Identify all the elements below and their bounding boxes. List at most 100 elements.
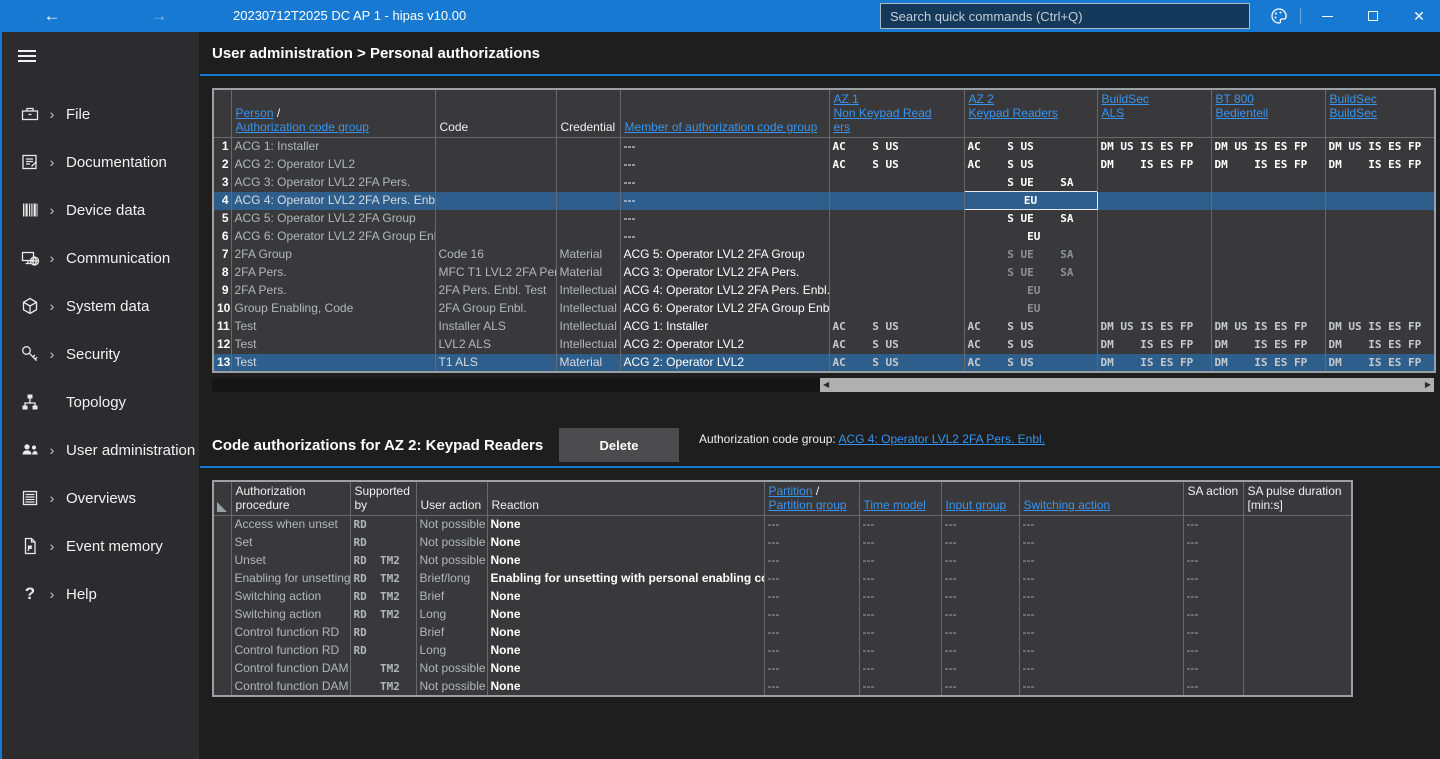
cell-authorization-procedure[interactable]: Control function DAM [231,660,350,678]
cell-partition[interactable]: --- [764,606,859,624]
cell-person[interactable]: Test [231,354,435,372]
cell-member-of[interactable]: --- [620,228,829,246]
cell-reaction[interactable]: None [487,678,764,696]
cell-code[interactable]: 2FA Group Enbl. [435,300,556,318]
cell-buildsec-buildsec[interactable] [1325,264,1435,282]
authorization-row[interactable]: 1ACG 1: Installer---AC S USAC S USDM US … [213,138,1435,156]
horizontal-scrollbar-track[interactable]: ◀ ▶ [212,378,1434,392]
cell-member-of[interactable]: ACG 4: Operator LVL2 2FA Pers. Enbl. [620,282,829,300]
cell-az2[interactable]: EU [964,282,1097,300]
cell-az2[interactable]: AC S US [964,138,1097,156]
cell-supported-by[interactable]: RD TM2 [350,570,416,588]
authorization-row[interactable]: 10Group Enabling, Code2FA Group Enbl.Int… [213,300,1435,318]
cell-person[interactable]: Test [231,318,435,336]
cell-sa-pulse-duration[interactable] [1243,660,1352,678]
cell-sa-action[interactable]: --- [1183,606,1243,624]
sidebar-item-device-data[interactable]: ›Device data [2,186,199,234]
cell-buildsec-als[interactable] [1097,246,1211,264]
cell-reaction[interactable]: None [487,642,764,660]
cell-buildsec-als[interactable] [1097,282,1211,300]
az1-header-link[interactable]: AZ 1 [834,92,859,106]
cell-az2[interactable]: AC S US [964,156,1097,174]
cell-az1[interactable]: AC S US [829,318,964,336]
cell-az1[interactable] [829,300,964,318]
cell-member-of[interactable]: ACG 5: Operator LVL2 2FA Group [620,246,829,264]
cell-authorization-procedure[interactable]: Control function RD [231,624,350,642]
cell-user-action[interactable]: Brief [416,588,487,606]
cell-buildsec-als[interactable]: DM IS ES FP [1097,156,1211,174]
cell-person[interactable]: 2FA Pers. [231,264,435,282]
cell-bt800[interactable]: DM IS ES FP [1211,354,1325,372]
cell-credential[interactable] [556,174,620,192]
row-number[interactable]: 4 [213,192,231,210]
cell-az2[interactable]: AC S US [964,354,1097,372]
cell-person[interactable]: ACG 1: Installer [231,138,435,156]
cell-sa-pulse-duration[interactable] [1243,588,1352,606]
row-number[interactable]: 10 [213,300,231,318]
authorization-row[interactable]: 4ACG 4: Operator LVL2 2FA Pers. Enbl.---… [213,192,1435,210]
cell-person[interactable]: ACG 3: Operator LVL2 2FA Pers. [231,174,435,192]
authorization-row[interactable]: 3ACG 3: Operator LVL2 2FA Pers.--- S UE … [213,174,1435,192]
cell-switching-action[interactable]: --- [1019,570,1183,588]
cell-person[interactable]: Group Enabling, Code [231,300,435,318]
code-authorization-row[interactable]: Access when unsetRDNot possibleNone-----… [213,516,1352,534]
cell-member-of[interactable]: --- [620,156,829,174]
cell-user-action[interactable]: Brief/long [416,570,487,588]
cell-code[interactable]: LVL2 ALS [435,336,556,354]
cell-buildsec-buildsec[interactable]: DM IS ES FP [1325,336,1435,354]
cell-bt800[interactable] [1211,300,1325,318]
cell-switching-action[interactable]: --- [1019,624,1183,642]
authorization-row[interactable]: 5ACG 5: Operator LVL2 2FA Group--- S UE … [213,210,1435,228]
cell-sa-action[interactable]: --- [1183,534,1243,552]
cell-az1[interactable]: AC S US [829,156,964,174]
cell-time-model[interactable]: --- [859,534,941,552]
cell-partition[interactable]: --- [764,678,859,696]
hamburger-menu-icon[interactable] [18,47,38,65]
cell-supported-by[interactable]: TM2 [350,678,416,696]
sidebar-item-event-memory[interactable]: ›Event memory [2,522,199,570]
sidebar-item-help[interactable]: ?›Help [2,570,199,618]
cell-input-group[interactable]: --- [941,660,1019,678]
code-authorization-row[interactable]: Control function DAM TM2Not possibleNone… [213,678,1352,696]
row-number[interactable]: 13 [213,354,231,372]
cell-authorization-procedure[interactable]: Switching action [231,606,350,624]
cell-buildsec-als[interactable] [1097,210,1211,228]
cell-reaction[interactable]: None [487,534,764,552]
cell-time-model[interactable]: --- [859,678,941,696]
cell-buildsec-als[interactable] [1097,300,1211,318]
cell-credential[interactable] [556,192,620,210]
cell-code[interactable]: 2FA Pers. Enbl. Test [435,282,556,300]
cell-supported-by[interactable]: TM2 [350,660,416,678]
cell-authorization-procedure[interactable]: Switching action [231,588,350,606]
cell-credential[interactable]: Intellectual [556,336,620,354]
cell-input-group[interactable]: --- [941,570,1019,588]
cell-authorization-procedure[interactable]: Control function DAM [231,678,350,696]
cell-credential[interactable]: Material [556,354,620,372]
cell-authorization-procedure[interactable]: Enabling for unsetting [231,570,350,588]
cell-time-model[interactable]: --- [859,642,941,660]
cell-input-group[interactable]: --- [941,606,1019,624]
person-header-link[interactable]: Person [236,106,274,120]
cell-row-selector[interactable] [213,606,231,624]
row-number[interactable]: 5 [213,210,231,228]
cell-user-action[interactable]: Not possible [416,516,487,534]
cell-az1[interactable] [829,192,964,210]
cell-reaction[interactable]: None [487,552,764,570]
cell-sa-action[interactable]: --- [1183,660,1243,678]
authorization-row[interactable]: 82FA Pers.MFC T1 LVL2 2FA Pers.MaterialA… [213,264,1435,282]
cell-sa-pulse-duration[interactable] [1243,552,1352,570]
authorization-row[interactable]: 6ACG 6: Operator LVL2 2FA Group Enbl.---… [213,228,1435,246]
cell-time-model[interactable]: --- [859,570,941,588]
cell-buildsec-buildsec[interactable]: DM US IS ES FP [1325,318,1435,336]
cell-az1[interactable] [829,228,964,246]
cell-row-selector[interactable] [213,516,231,534]
delete-button[interactable]: Delete [559,428,679,462]
cell-az2[interactable]: AC S US [964,336,1097,354]
cell-supported-by[interactable]: RD [350,624,416,642]
cell-time-model[interactable]: --- [859,516,941,534]
cell-buildsec-buildsec[interactable] [1325,246,1435,264]
cell-person[interactable]: ACG 4: Operator LVL2 2FA Pers. Enbl. [231,192,435,210]
scroll-right-icon[interactable]: ▶ [1422,378,1434,392]
cell-time-model[interactable]: --- [859,624,941,642]
cell-buildsec-als[interactable] [1097,264,1211,282]
